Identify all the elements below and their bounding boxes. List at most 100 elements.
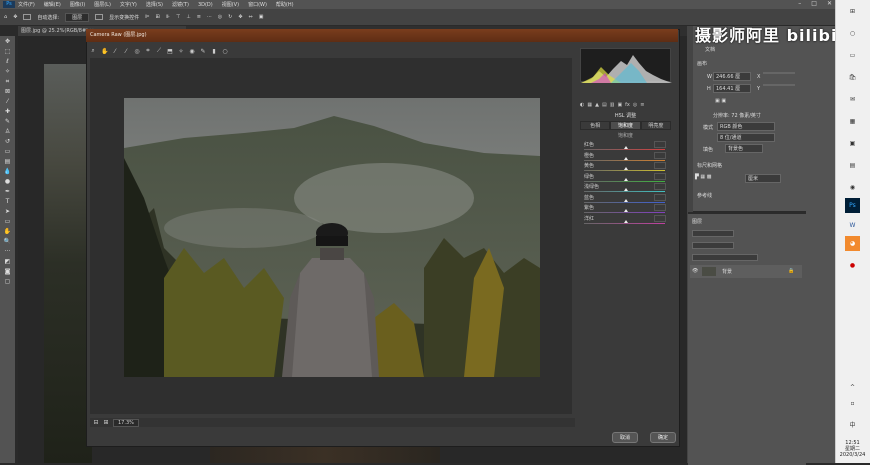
hsl-slider-row[interactable]: 浅绿色 [584,183,668,192]
lens-panel-icon[interactable]: ▣ [617,102,622,111]
x-field[interactable] [763,72,795,74]
hsl-slider-row[interactable]: 蓝色 [584,193,668,203]
hsl-slider-value[interactable] [654,172,666,180]
tray-arrow-icon[interactable]: ^ [845,380,860,395]
word-icon[interactable]: W [845,218,860,233]
more-options-icon[interactable]: ··· [207,14,212,20]
healing-brush-icon[interactable]: ✚ [3,108,12,115]
distribute-icon[interactable]: ≡ [197,14,201,20]
calculator-icon[interactable]: ▦ [845,114,860,129]
hsl-slider-knob[interactable] [624,209,628,212]
windows-start-icon[interactable]: ⊞ [845,4,860,19]
hsl-slider-track[interactable] [584,191,665,192]
mode-dropdown[interactable]: RGB 颜色 [717,122,775,131]
hsl-panel-icon[interactable]: ▤ [602,102,607,111]
task-view-icon[interactable]: ▭ [845,48,860,63]
hsl-slider-row[interactable]: 橙色 [584,151,668,161]
video-icon[interactable]: ▣ [259,14,264,20]
hsl-slider-value[interactable] [654,204,666,211]
hsl-slider-row[interactable]: 黄色 [584,162,668,171]
tab-hue[interactable]: 色相 [580,121,611,130]
presets-icon[interactable]: ≡ [640,102,644,111]
zoom-level[interactable]: 17.3% [113,418,139,427]
hsl-slider-track[interactable] [584,222,665,224]
quick-mask-icon[interactable]: ◙ [3,268,12,275]
crop-tool-icon[interactable]: ⌗ [3,78,12,85]
hsl-slider-track[interactable] [584,201,665,203]
unit-dropdown[interactable]: 厘米 [745,174,781,183]
split-tone-icon[interactable]: ▥ [610,102,615,111]
cancel-button[interactable]: 取消 [612,432,639,443]
red-eye-icon[interactable]: ◉ [189,48,195,55]
menu-layer[interactable]: 图层(L) [94,1,111,8]
marquee-tool-icon[interactable]: ⬚ [3,48,12,55]
align-top-icon[interactable]: ⊤ [176,14,180,20]
photoshop-taskbar-icon[interactable]: Ps [845,198,860,213]
fill-dropdown[interactable]: 背景色 [725,144,763,153]
tab-saturation[interactable]: 饱和度 [610,121,641,130]
visibility-eye-icon[interactable]: 👁 [692,268,698,274]
store-icon[interactable]: 🛍 [845,70,860,85]
minimize-icon[interactable]: – [798,0,801,7]
menu-type[interactable]: 文字(Y) [120,1,137,8]
blur-icon[interactable]: 💧 [3,168,12,175]
white-balance-icon[interactable]: ⁄ [112,48,118,55]
eraser-icon[interactable]: ▭ [3,148,12,155]
mail-icon[interactable]: ✉ [845,92,860,107]
magic-wand-icon[interactable]: ✧ [3,68,12,75]
menu-file[interactable]: 文件(F) [18,1,35,8]
hsl-slider-knob[interactable] [624,177,628,181]
hsl-slider-value[interactable] [654,141,666,148]
show-transform-checkbox[interactable] [95,14,104,20]
3d-mode-icon[interactable]: ◎ [218,14,222,20]
basic-panel-icon[interactable]: ◐ [580,102,584,111]
shape-tool-icon[interactable]: ▭ [3,218,12,225]
transform-icon[interactable]: ⬒ [167,48,173,55]
dodge-icon[interactable]: ● [3,178,12,185]
grid-toggle-icons[interactable]: ▛ ▦ ▩ [695,174,711,180]
graduated-filter-icon[interactable]: ▮ [211,48,217,55]
path-select-icon[interactable]: ➤ [3,208,12,215]
3d-rotate-icon[interactable]: ↻ [228,14,232,20]
hsl-slider-track[interactable] [584,180,665,182]
tone-curve-icon[interactable]: ▦ [587,102,592,111]
search-icon[interactable]: ○ [845,26,860,41]
preview-photo[interactable] [124,98,540,377]
move-tool-icon[interactable]: ✥ [13,14,17,20]
menu-3d[interactable]: 3D(D) [198,2,213,8]
frame-tool-icon[interactable]: ⊠ [3,88,12,95]
crop-icon[interactable]: ⌗ [145,47,151,55]
history-brush-icon[interactable]: ↺ [3,138,12,145]
stamp-tool-icon[interactable]: ♙ [3,128,12,135]
radial-filter-icon[interactable]: ○ [222,48,228,55]
zoom-out-icon[interactable]: ⊟ [93,419,99,426]
hsl-slider-track[interactable] [584,212,665,213]
tab-luminance[interactable]: 明亮度 [640,121,671,130]
hsl-slider-track[interactable] [584,149,665,150]
zoom-icon[interactable]: ⌕ [90,47,96,55]
align-center-icon[interactable]: ⊞ [155,14,159,20]
hsl-slider-value[interactable] [654,193,666,201]
move-tool-icon[interactable]: ✥ [3,38,12,45]
hsl-slider-knob[interactable] [624,146,628,149]
pen-tool-icon[interactable]: ✒ [3,188,12,195]
depth-dropdown[interactable]: 8 位/通道 [717,133,775,142]
menu-image[interactable]: 图像(I) [70,1,85,8]
zoom-in-icon[interactable]: ⊞ [103,419,109,426]
more-tools-icon[interactable]: ··· [3,248,12,255]
color-swatches-icon[interactable]: ◩ [3,258,12,265]
zoom-tool-icon[interactable]: 🔍 [3,238,12,245]
hsl-slider-knob[interactable] [624,188,628,191]
lasso-tool-icon[interactable]: ℓ [3,58,12,65]
hsl-slider-knob[interactable] [624,219,628,223]
monitor-icon[interactable]: ▣ [845,136,860,151]
layer-filter[interactable] [692,230,734,237]
eyedropper-icon[interactable]: ⁄ [3,98,12,105]
hsl-slider-value[interactable] [654,151,666,159]
screen-mode-icon[interactable]: ▢ [3,278,12,285]
width-field[interactable]: 246.66 厘 [713,72,751,81]
auto-select-dropdown[interactable]: 图层 [65,12,90,22]
menu-select[interactable]: 选择(S) [146,1,163,8]
hsl-slider-track[interactable] [584,170,665,171]
layer-row[interactable]: 👁 背景 🔒 [690,265,802,278]
